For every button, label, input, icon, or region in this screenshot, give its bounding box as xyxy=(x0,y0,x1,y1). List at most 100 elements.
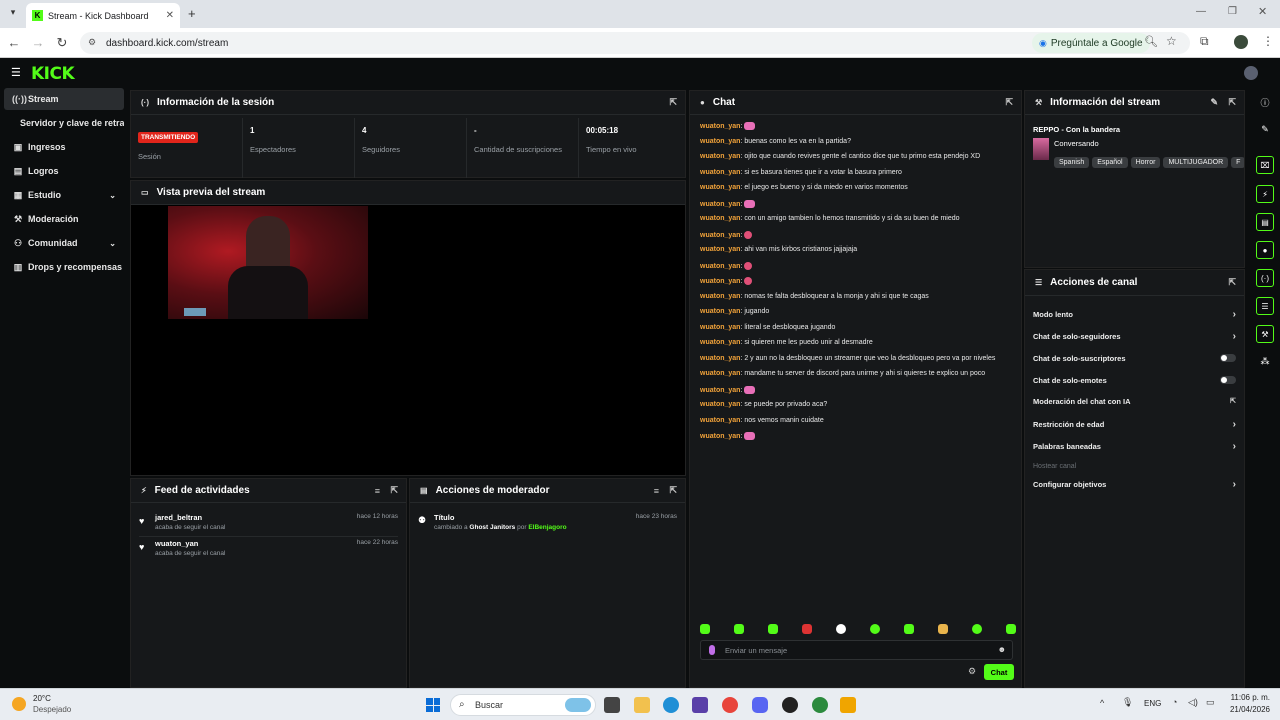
popout-icon[interactable]: ⇱ xyxy=(390,485,398,496)
rail-chat-button[interactable]: ● xyxy=(1256,241,1274,259)
kick-logo[interactable]: KICK xyxy=(31,64,75,84)
chat-username[interactable]: wuaton_yan xyxy=(700,231,740,238)
volume-icon[interactable]: ◁) xyxy=(1188,697,1198,708)
chat-username[interactable]: wuaton_yan xyxy=(700,215,740,222)
rail-broadcast-button[interactable]: (·) xyxy=(1256,269,1274,287)
sidebar-item-moderacion[interactable]: ⚒ Moderación xyxy=(4,208,124,230)
chat-username[interactable]: wuaton_yan xyxy=(700,246,740,253)
profile-avatar[interactable] xyxy=(1234,35,1248,49)
new-tab-icon[interactable]: + xyxy=(188,6,196,21)
user-avatar[interactable] xyxy=(1244,66,1258,80)
emote-icon[interactable] xyxy=(904,624,914,634)
chat-username[interactable]: wuaton_yan xyxy=(700,169,740,176)
restore-icon[interactable]: ❐ xyxy=(1228,6,1237,17)
action-banned-words[interactable]: Palabras baneadas › xyxy=(1033,438,1236,454)
chat-send-button[interactable]: Chat xyxy=(984,664,1014,680)
action-followers-only[interactable]: Chat de solo-seguidores › xyxy=(1033,328,1236,344)
file-explorer-icon[interactable] xyxy=(634,697,650,713)
tab-close-icon[interactable]: ✕ xyxy=(166,10,174,21)
chat-username[interactable]: wuaton_yan xyxy=(700,293,740,300)
edit-pencil-icon[interactable]: ✎ xyxy=(1210,97,1218,108)
chat-username[interactable]: wuaton_yan xyxy=(700,339,740,346)
chat-username[interactable]: wuaton_yan xyxy=(700,123,740,130)
weather-temp[interactable]: 20°C xyxy=(33,694,51,703)
hamburger-menu-icon[interactable]: ☰ xyxy=(11,66,21,79)
emote-icon[interactable] xyxy=(1006,624,1016,634)
emotes-only-toggle[interactable] xyxy=(1220,376,1236,384)
popout-icon[interactable]: ⇱ xyxy=(1228,277,1236,288)
wifi-icon[interactable]: ◔ xyxy=(1172,697,1177,707)
sidebar-item-estudio[interactable]: ▦ Estudio ⌄ xyxy=(4,184,124,206)
sidebar-item-server-key[interactable]: Servidor y clave de retransn xyxy=(4,112,124,134)
task-view-icon[interactable] xyxy=(604,697,620,713)
mod-action-user[interactable]: ElBenjagoro xyxy=(528,524,566,531)
chat-username[interactable]: wuaton_yan xyxy=(700,308,740,315)
sidebar-item-logros[interactable]: ▤ Logros xyxy=(4,160,124,182)
edit-pencil-icon[interactable]: ✎ xyxy=(1256,124,1274,135)
emote-icon[interactable] xyxy=(870,624,880,634)
rail-stop-button[interactable]: ⌧ xyxy=(1256,156,1274,174)
weather-desc[interactable]: Despejado xyxy=(33,705,71,714)
popout-icon[interactable]: ⇱ xyxy=(1228,97,1236,108)
taskbar-search[interactable]: ⌕ Buscar xyxy=(450,694,596,716)
emote-icon[interactable] xyxy=(802,624,812,634)
battery-icon[interactable]: ▭ xyxy=(1206,697,1215,708)
forward-icon[interactable]: → xyxy=(30,35,46,50)
popout-icon[interactable]: ⇱ xyxy=(1005,97,1013,108)
action-age-restriction[interactable]: Restricción de edad › xyxy=(1033,416,1236,432)
chat-username[interactable]: wuaton_yan xyxy=(700,262,740,269)
rail-lightning-button[interactable]: ⚡︎ xyxy=(1256,185,1274,203)
emote-icon[interactable] xyxy=(734,624,744,634)
menu-dots-icon[interactable]: ⋮ xyxy=(1262,34,1274,48)
chat-username[interactable]: wuaton_yan xyxy=(700,153,740,160)
action-ai-moderation[interactable]: Moderación del chat con IA ⇱ xyxy=(1033,393,1236,409)
info-icon[interactable]: ⓘ xyxy=(1256,96,1274,109)
browser-tab[interactable]: K Stream - Kick Dashboard ✕ xyxy=(26,3,180,28)
sidebar-item-drops[interactable]: ▥ Drops y recompensas xyxy=(4,256,124,278)
add-widget-icon[interactable]: ⁂ xyxy=(1256,356,1274,367)
close-window-icon[interactable]: ✕ xyxy=(1258,5,1267,18)
tab-list-chevron-icon[interactable]: ▾ xyxy=(6,7,20,21)
chat-username[interactable]: wuaton_yan xyxy=(700,401,740,408)
microphone-icon[interactable]: 🎙︎ xyxy=(1122,697,1133,708)
site-info-icon[interactable]: ⚙ xyxy=(88,37,96,48)
sidebar-item-stream[interactable]: ((·)) Stream xyxy=(4,88,124,110)
tray-chevron-icon[interactable]: ^ xyxy=(1100,698,1104,708)
chat-username[interactable]: wuaton_yan xyxy=(700,184,740,191)
chat-username[interactable]: wuaton_yan xyxy=(700,386,740,393)
language-indicator[interactable]: ENG xyxy=(1144,699,1161,708)
clock-date[interactable]: 21/04/2026 xyxy=(1226,705,1270,714)
edge-icon[interactable] xyxy=(663,697,679,713)
ask-google-button[interactable]: ◉ Pregúntale a Google xyxy=(1032,33,1150,53)
emote-icon[interactable] xyxy=(972,624,982,634)
emoji-icon[interactable]: ☻ xyxy=(998,645,1006,654)
emote-icon[interactable] xyxy=(938,624,948,634)
minimize-icon[interactable]: — xyxy=(1196,6,1206,17)
filter-icon[interactable]: ≡ xyxy=(375,486,380,496)
chat-username[interactable]: wuaton_yan xyxy=(700,200,740,207)
rail-wrench-button[interactable]: ⚒ xyxy=(1256,325,1274,343)
app-icon[interactable] xyxy=(692,697,708,713)
chat-username[interactable]: wuaton_yan xyxy=(700,138,740,145)
address-bar[interactable]: ⚙ dashboard.kick.com/stream xyxy=(80,32,1190,54)
reload-icon[interactable]: ↻ xyxy=(54,35,70,51)
feed-user[interactable]: wuaton_yan xyxy=(155,539,198,548)
emote-icon[interactable] xyxy=(768,624,778,634)
action-goals[interactable]: Configurar objetivos › xyxy=(1033,476,1236,492)
chat-username[interactable]: wuaton_yan xyxy=(700,433,740,440)
app-icon[interactable] xyxy=(840,697,856,713)
windows-start-icon[interactable] xyxy=(426,698,440,712)
stream-video[interactable] xyxy=(168,206,368,319)
obs-icon[interactable] xyxy=(782,697,798,713)
rail-list-button[interactable]: ☰ xyxy=(1256,297,1274,315)
popout-icon[interactable]: ⇱ xyxy=(669,485,677,496)
emote-icon[interactable] xyxy=(700,624,710,634)
zoom-icon[interactable]: 🔍︎ xyxy=(1144,35,1158,48)
rail-clipboard-button[interactable]: ▤ xyxy=(1256,213,1274,231)
emote-icon[interactable] xyxy=(836,624,846,634)
chat-username[interactable]: wuaton_yan xyxy=(700,324,740,331)
extensions-icon[interactable]: ⧉ xyxy=(1200,34,1209,49)
chat-username[interactable]: wuaton_yan xyxy=(700,278,740,285)
popout-icon[interactable]: ⇱ xyxy=(669,97,677,108)
chat-settings-gear-icon[interactable]: ⚙ xyxy=(968,666,976,677)
